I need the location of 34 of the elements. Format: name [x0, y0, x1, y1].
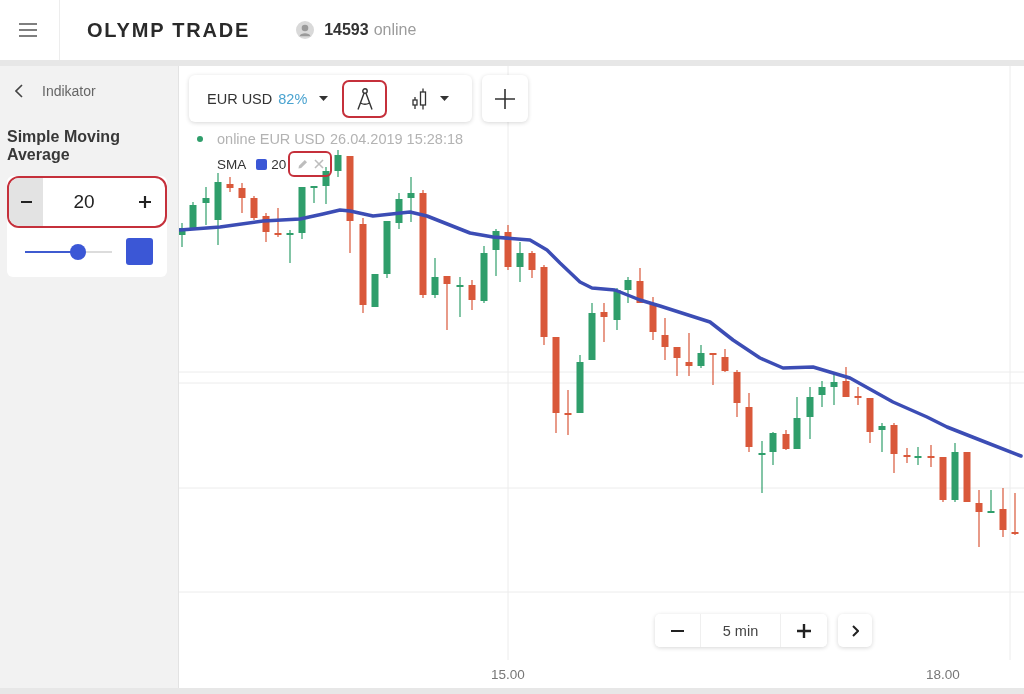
- next-button[interactable]: [838, 614, 872, 647]
- back-button[interactable]: Indikator: [7, 83, 96, 99]
- period-stepper[interactable]: 20: [7, 176, 167, 228]
- online-count: 14593: [324, 21, 369, 39]
- chevron-left-icon: [15, 84, 23, 98]
- plus-icon: [495, 88, 515, 109]
- chevron-right-icon: [851, 624, 859, 637]
- menu-icon: [19, 23, 37, 37]
- add-button[interactable]: [482, 75, 528, 122]
- user-avatar-icon: [296, 21, 315, 39]
- indicator-title: Simple Moving Average: [7, 128, 121, 164]
- online-label: online: [373, 21, 417, 39]
- axis-label: 15.00: [491, 667, 525, 682]
- minus-icon: [20, 201, 32, 203]
- zoom-in-button[interactable]: [781, 614, 827, 647]
- color-swatch-icon[interactable]: [126, 238, 153, 265]
- timestamp-text: 26.04.2019 15:28:18: [330, 131, 464, 147]
- candlestick-icon: [410, 87, 428, 110]
- axis-label: 18.00: [926, 667, 960, 682]
- compass-icon: [356, 87, 373, 110]
- slider-thumb[interactable]: [70, 243, 87, 260]
- minus-icon: [671, 629, 684, 632]
- decrease-button[interactable]: [9, 178, 43, 226]
- status-dot-icon: [197, 136, 203, 142]
- period-value-field[interactable]: 20: [43, 178, 125, 226]
- caret-down-icon: [439, 96, 449, 101]
- status-text: online EUR USD: [217, 131, 325, 147]
- plus-icon: [139, 196, 151, 208]
- brand-logo: OLYMP TRADE: [87, 18, 251, 42]
- asset-selector[interactable]: EUR USD 82%: [189, 75, 342, 122]
- payout-percent: 82%: [278, 90, 308, 107]
- caret-down-icon: [319, 96, 329, 101]
- plus-icon: [797, 623, 811, 638]
- drawing-tools-button[interactable]: [342, 79, 387, 118]
